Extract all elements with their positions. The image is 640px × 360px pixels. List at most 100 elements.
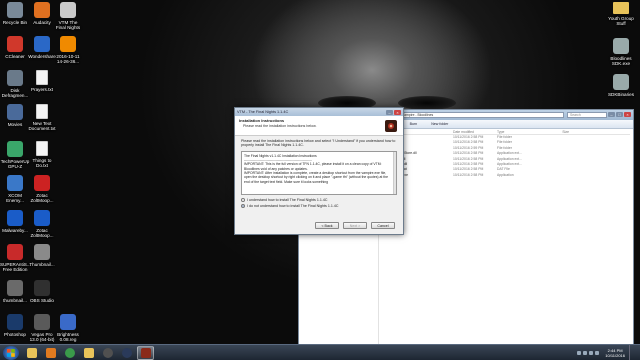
toolbar-new-folder[interactable]: New folder: [431, 122, 448, 126]
show-desktop-button[interactable]: [629, 345, 634, 360]
wondershare-icon: [34, 36, 50, 52]
desktop-icon[interactable]: XCOM Enemy...: [0, 175, 30, 203]
desktop-icon[interactable]: Thumbnail...: [27, 244, 57, 267]
radio-understand[interactable]: [241, 197, 245, 202]
desktop-icon-label: Malwareby...: [2, 228, 28, 233]
folder-icon: [613, 2, 629, 14]
option-understand[interactable]: I understand how to install The Final Ni…: [241, 197, 397, 202]
desktop-icon[interactable]: Disk Defragmen...: [0, 70, 30, 98]
desktop-icon[interactable]: Youth Group Stuff: [606, 2, 636, 26]
tray-volume-icon[interactable]: [589, 351, 594, 355]
dialog-header: Installation Instructions Please read th…: [235, 116, 403, 136]
taskbar-obs[interactable]: [99, 346, 116, 360]
maximize-button[interactable]: □: [616, 112, 623, 117]
explorer-icon: [26, 347, 37, 358]
desktop-icon-label: TechPowerUp GPU-Z: [0, 159, 30, 170]
taskbar-explorer[interactable]: [23, 346, 40, 360]
clock-date: 10/11/2016: [605, 353, 625, 358]
obs-icon: [34, 280, 50, 296]
steam-icon: [121, 347, 132, 358]
taskbar-installer[interactable]: [137, 345, 154, 360]
vtm-logo-icon: [385, 120, 397, 132]
desktop-icon[interactable]: SUPERAntiS... Free Edition: [0, 244, 31, 272]
dialog-buttons: < Back Next > Cancel: [315, 222, 395, 229]
taskbar-media-player[interactable]: [42, 346, 59, 360]
cancel-button[interactable]: Cancel: [371, 222, 395, 229]
file-size: [539, 173, 569, 178]
dialog-minimize-button[interactable]: –: [386, 109, 393, 115]
option-not-understand[interactable]: I do not understand how to install The F…: [241, 203, 397, 208]
windows-logo-icon: [7, 348, 15, 357]
next-button[interactable]: Next >: [343, 222, 367, 229]
desktop-icon[interactable]: thumbnail...: [0, 280, 30, 303]
tray-network-icon[interactable]: [583, 351, 588, 355]
textbox-scrollbar[interactable]: [393, 151, 396, 194]
recycle-bin-icon: [7, 2, 23, 18]
vegas-icon: [34, 314, 50, 330]
desktop-icon[interactable]: Things to Do.txt: [27, 141, 57, 168]
dialog-title: VTM - The Final Nights 1.1.4C: [237, 110, 289, 114]
start-button[interactable]: [3, 345, 19, 360]
desktop-icon[interactable]: CCleaner: [0, 36, 30, 59]
zotac-icon: [34, 175, 50, 191]
table-row[interactable]: vampire.exe10/11/2016 2:58 PMApplication: [383, 173, 630, 178]
file-type: Application: [497, 172, 514, 177]
desktop-icon-label: 2016-10-11 14-26-36...: [56, 54, 80, 65]
folder-icon: [83, 347, 94, 358]
desktop-icon[interactable]: TechPowerUp GPU-Z: [0, 141, 30, 169]
desktop-icon[interactable]: Bloodlines SDK.exe: [606, 38, 636, 66]
desktop-icon[interactable]: New Text Document.txt: [27, 104, 57, 131]
radio-not-understand[interactable]: [241, 203, 245, 208]
option-not-understand-label[interactable]: I do not understand how to install The F…: [247, 204, 338, 208]
taskbar-files[interactable]: [80, 346, 97, 360]
instructions-textbox[interactable]: The Final Nights v1.1.4C Installation In…: [241, 150, 397, 195]
desktop-icon[interactable]: Brightness 0.08.reg: [53, 314, 83, 342]
desktop-icon[interactable]: OBS Studio: [27, 280, 57, 303]
vtm-icon: [60, 2, 76, 18]
tray-up-arrow-icon[interactable]: [577, 351, 582, 355]
desktop-icon-label: Zotac ZoltMoop...: [30, 228, 54, 239]
tray-flag-icon[interactable]: [595, 351, 600, 355]
option-understand-label[interactable]: I understand how to install The Final Ni…: [247, 198, 327, 202]
desktop-icon-label: thumbnail...: [3, 298, 27, 303]
exe-icon: [613, 74, 629, 90]
desktop-icon-label: Thumbnail...: [29, 262, 55, 267]
media-player-icon: [45, 347, 56, 358]
desktop-icon-label: New Text Document.txt: [28, 121, 56, 132]
zotac-icon: [34, 210, 50, 226]
column-size[interactable]: Size: [539, 129, 569, 134]
clock[interactable]: 2:44 PM 10/11/2016: [605, 348, 625, 358]
image-icon: [7, 280, 23, 296]
taskbar: 2:44 PM 10/11/2016: [0, 344, 640, 360]
desktop-icon[interactable]: 2016-10-11 14-26-36...: [53, 36, 83, 64]
desktop-icon[interactable]: Zotac ZoltMoop...: [27, 175, 57, 203]
instruction-line: IMPORTANT: After installation is complet…: [244, 171, 388, 184]
dialog-titlebar: VTM - The Final Nights 1.1.4C – ×: [235, 108, 403, 116]
desktop-icon[interactable]: Photoshop: [0, 314, 30, 337]
file-list: Name Date modified Type Size Bin10/11/20…: [380, 129, 633, 344]
search-input[interactable]: Search: [567, 112, 607, 118]
installer-dialog: VTM - The Final Nights 1.1.4C – × Instal…: [234, 107, 404, 235]
desktop-icon-label: Recycle Bin: [2, 20, 28, 25]
vlc-icon: [60, 36, 76, 52]
wallpaper-eye-right: [398, 96, 456, 110]
taskbar-steam[interactable]: [118, 346, 135, 360]
chrome-icon: [64, 347, 75, 358]
toolbar-burn[interactable]: Burn: [410, 122, 418, 126]
desktop-icon-label: XCOM Enemy...: [6, 193, 24, 204]
column-date[interactable]: Date modified: [453, 129, 497, 134]
desktop-icon[interactable]: Zotac ZoltMoop...: [27, 210, 57, 238]
taskbar-chrome[interactable]: [61, 346, 78, 360]
close-button[interactable]: ×: [624, 112, 631, 117]
desktop-icon[interactable]: Prayers.txt: [27, 70, 57, 92]
desktop-icon[interactable]: Malwareby...: [0, 210, 30, 233]
minimize-button[interactable]: –: [608, 112, 615, 117]
back-button[interactable]: < Back: [315, 222, 339, 229]
desktop-icon[interactable]: VTM The Final Nights: [53, 2, 83, 30]
desktop-icon[interactable]: Recycle Bin: [0, 2, 30, 25]
desktop-icon[interactable]: SDKBinaries: [606, 74, 636, 97]
dialog-close-button[interactable]: ×: [394, 109, 401, 115]
taskbar-apps: [23, 345, 156, 360]
column-type[interactable]: Type: [497, 129, 539, 134]
desktop-icon[interactable]: Movies: [0, 104, 30, 127]
